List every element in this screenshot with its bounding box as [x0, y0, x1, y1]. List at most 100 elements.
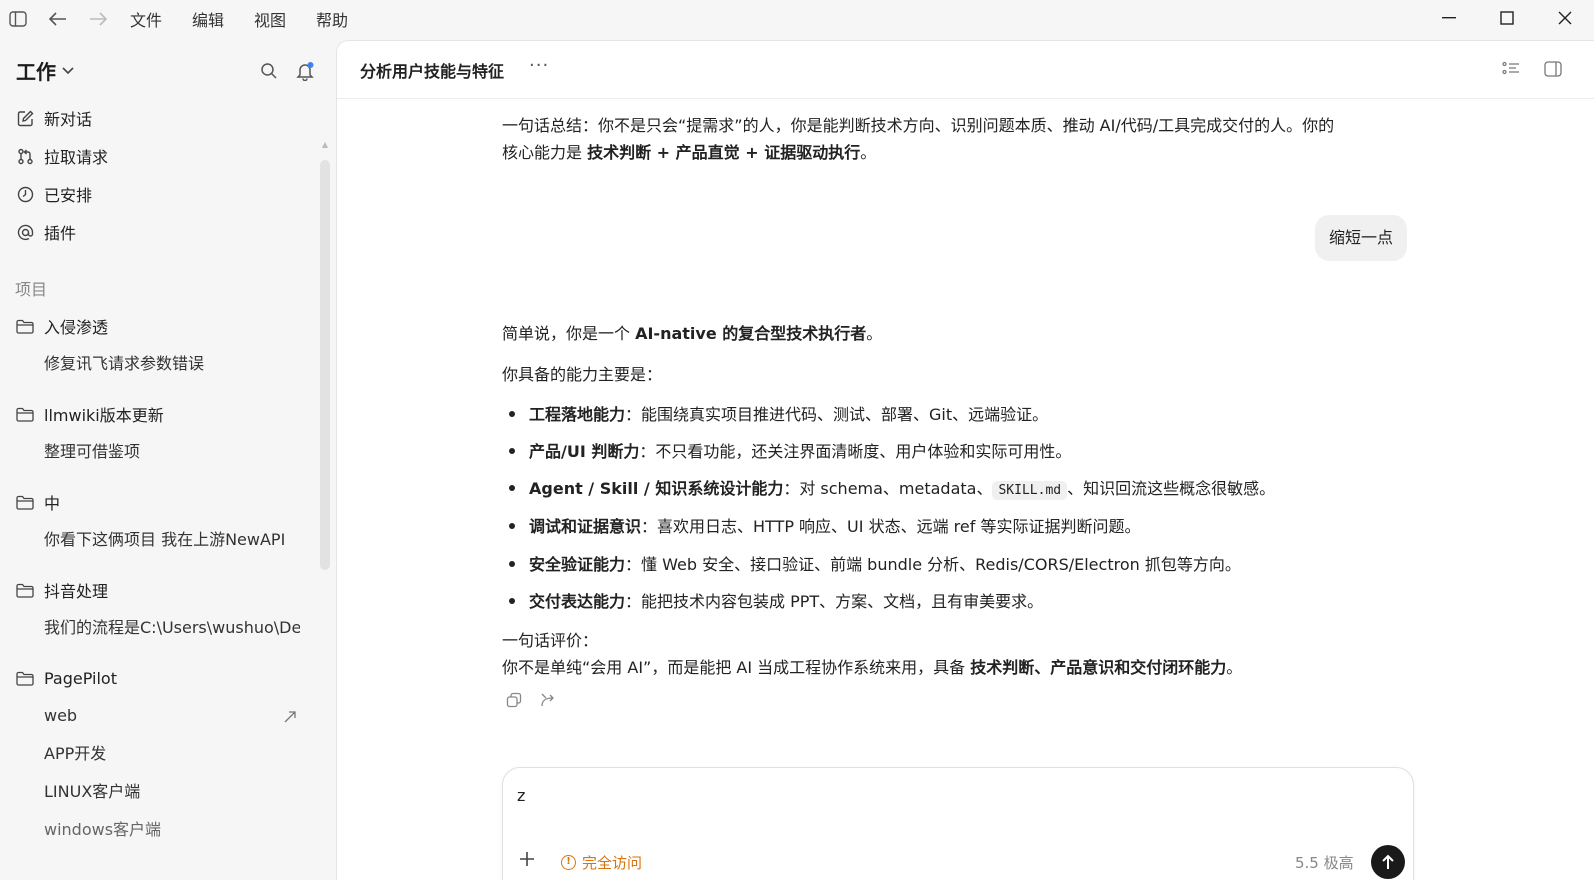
plus-icon[interactable] — [519, 848, 535, 873]
ability-bullet: Agent / Skill / 知识系统设计能力：对 schema、metada… — [509, 475, 1276, 500]
menu-view[interactable]: 视图 — [254, 7, 286, 31]
folder-icon — [14, 583, 36, 598]
project-folder[interactable]: 入侵渗透 — [14, 309, 314, 343]
access-mode-button[interactable]: ! 完全访问 — [561, 852, 642, 873]
assistant-message-summary: 一句话总结：你不是只会“提需求”的人，你是能判断技术方向、识别问题本质、推动 A… — [502, 112, 1422, 166]
menu-file[interactable]: 文件 — [130, 7, 162, 31]
sidebar-scrollbar[interactable] — [320, 160, 330, 570]
send-button[interactable] — [1371, 845, 1405, 879]
bullet-text: 、知识回流这些概念很敏感。 — [1067, 479, 1276, 498]
evaluation-text: 你不是单纯“会用 AI”，而是能把 AI 当成工程协作系统来用，具备 技术判断、… — [502, 654, 1242, 678]
bullet-text: ：懂 Web 安全、接口验证、前端 bundle 分析、Redis/CORS/E… — [625, 555, 1241, 574]
bullet-title: 产品/UI 判断力 — [529, 442, 640, 461]
intro-paragraph: 简单说，你是一个 AI-native 的复合型技术执行者。 — [502, 320, 882, 344]
message-input[interactable] — [517, 786, 1377, 805]
nav-pull-requests[interactable]: 拉取请求 — [14, 139, 314, 173]
maximize-icon[interactable] — [1478, 0, 1536, 36]
workspace-title: 工作 — [16, 60, 56, 84]
summary-line: 核心能力是 技术判断 + 产品直觉 + 证据驱动执行。 — [502, 139, 1422, 166]
eval-text: 你不是单纯“会用 AI”，而是能把 AI 当成工程协作系统来用，具备 — [502, 658, 971, 677]
main-panel: 分析用户技能与特征 ··· 一句话总结：你不是只会“提需求”的人，你是能判断技术… — [336, 40, 1594, 880]
minimize-icon[interactable] — [1420, 0, 1478, 36]
nav-scheduled[interactable]: 已安排 — [14, 177, 314, 211]
sidebar-toggle-icon[interactable] — [4, 5, 32, 33]
bullet-title: Agent / Skill / 知识系统设计能力 — [529, 479, 784, 498]
title-bar: 文件 编辑 视图 帮助 — [0, 0, 1594, 38]
menu-help[interactable]: 帮助 — [316, 7, 348, 31]
sidebar: 工作 新对话 拉取请求 已安排 插件 项目 入侵渗透 修复讯飞请求参数错误 ll… — [0, 38, 340, 880]
nav-new-chat[interactable]: 新对话 — [14, 101, 314, 135]
ability-bullet: 交付表达能力：能把技术内容包装成 PPT、方案、文档，且有审美要求。 — [509, 588, 1043, 612]
forward-arrow-icon[interactable] — [84, 5, 112, 33]
project-folder[interactable]: llmwiki版本更新 — [14, 397, 314, 431]
evaluation-heading: 一句话评价： — [502, 631, 599, 650]
eval-text: 。 — [1226, 658, 1243, 677]
access-mode-label: 完全访问 — [582, 854, 643, 872]
project-folder[interactable]: 中 — [14, 485, 314, 519]
clock-icon — [14, 186, 36, 203]
bullet-text: ：不只看功能，还关注界面清晰度、用户体验和实际可用性。 — [639, 442, 1072, 461]
window-controls — [1420, 0, 1594, 36]
project-name: 中 — [44, 494, 61, 513]
project-folder[interactable]: PagePilot — [14, 661, 314, 695]
branch-share-icon[interactable] — [283, 710, 297, 728]
ability-bullet: 工程落地能力：能围绕真实项目推进代码、测试、部署、Git、远端验证。 — [509, 401, 1048, 425]
menu-edit[interactable]: 编辑 — [192, 7, 224, 31]
thread-item[interactable]: 整理可借鉴项 — [44, 437, 300, 467]
bullet-title: 交付表达能力 — [529, 592, 626, 611]
folder-icon — [14, 671, 36, 686]
user-message-bubble: 缩短一点 — [1315, 215, 1408, 261]
workspace-switcher[interactable]: 工作 — [16, 56, 74, 85]
bullet-title: 工程落地能力 — [529, 405, 626, 424]
scroll-up-icon[interactable]: ▲ — [320, 140, 330, 152]
thread-item[interactable]: 你看下这俩项目 我在上游NewAPI — [44, 525, 300, 555]
thread-item[interactable]: windows客户端 — [44, 815, 300, 845]
projects-section-label: 项目 — [15, 280, 48, 299]
edit-icon — [14, 110, 36, 127]
summary-bold: 技术判断 + 产品直觉 + 证据驱动执行 — [587, 143, 861, 162]
back-arrow-icon[interactable] — [44, 5, 72, 33]
nav-label: 拉取请求 — [44, 148, 109, 167]
toggle-panel-icon[interactable] — [1541, 57, 1565, 81]
bullet-text: ：对 schema、metadata、 — [783, 479, 993, 498]
summary-line: 一句话总结：你不是只会“提需求”的人，你是能判断技术方向、识别问题本质、推动 A… — [502, 116, 1335, 135]
nav-label: 插件 — [44, 224, 77, 243]
thread-item[interactable]: 我们的流程是C:\Users\wushuo\Desktop — [44, 613, 300, 643]
inline-code: SKILL.md — [992, 481, 1068, 500]
folder-icon — [14, 407, 36, 422]
model-selector[interactable]: 5.5 极高 — [1295, 852, 1354, 873]
copy-icon[interactable] — [503, 689, 525, 711]
ability-bullet: 安全验证能力：懂 Web 安全、接口验证、前端 bundle 分析、Redis/… — [509, 551, 1241, 575]
summary-text: 核心能力是 — [502, 143, 588, 162]
conversation-header: 分析用户技能与特征 ··· — [337, 41, 1594, 99]
outline-list-icon[interactable] — [1499, 57, 1523, 81]
pull-request-icon — [14, 148, 36, 165]
bullet-text: ：能把技术内容包装成 PPT、方案、文档，且有审美要求。 — [625, 592, 1044, 611]
nav-plugins[interactable]: 插件 — [14, 215, 314, 249]
bullet-text: ：能围绕真实项目推进代码、测试、部署、Git、远端验证。 — [625, 405, 1049, 424]
bullet-text: ：喜欢用日志、HTTP 响应、UI 状态、远端 ref 等实际证据判断问题。 — [641, 517, 1141, 536]
nav-label: 新对话 — [44, 110, 93, 129]
project-name: PagePilot — [44, 668, 117, 688]
summary-text: 。 — [860, 143, 877, 162]
search-icon[interactable] — [256, 58, 282, 84]
bullet-title: 调试和证据意识 — [529, 517, 642, 536]
close-icon[interactable] — [1536, 0, 1594, 36]
thread-item[interactable]: web — [44, 701, 300, 731]
notification-bell-icon[interactable] — [292, 58, 318, 84]
intro-bold: AI-native 的复合型技术执行者 — [635, 324, 867, 343]
thread-item[interactable]: 修复讯飞请求参数错误 — [44, 349, 300, 379]
project-name: 入侵渗透 — [44, 318, 109, 337]
ability-bullet: 产品/UI 判断力：不只看功能，还关注界面清晰度、用户体验和实际可用性。 — [509, 438, 1071, 462]
ability-bullet: 调试和证据意识：喜欢用日志、HTTP 响应、UI 状态、远端 ref 等实际证据… — [509, 513, 1140, 537]
menu-bar: 文件 编辑 视图 帮助 — [130, 7, 378, 31]
thread-item[interactable]: LINUX客户端 — [44, 777, 300, 807]
warning-icon: ! — [561, 855, 576, 870]
project-folder[interactable]: 抖音处理 — [14, 573, 314, 607]
branch-share-icon[interactable] — [537, 689, 559, 711]
folder-icon — [14, 319, 36, 334]
folder-icon — [14, 495, 36, 510]
thread-item[interactable]: APP开发 — [44, 739, 300, 769]
project-name: llmwiki版本更新 — [44, 406, 164, 425]
more-options-icon[interactable]: ··· — [529, 55, 549, 76]
